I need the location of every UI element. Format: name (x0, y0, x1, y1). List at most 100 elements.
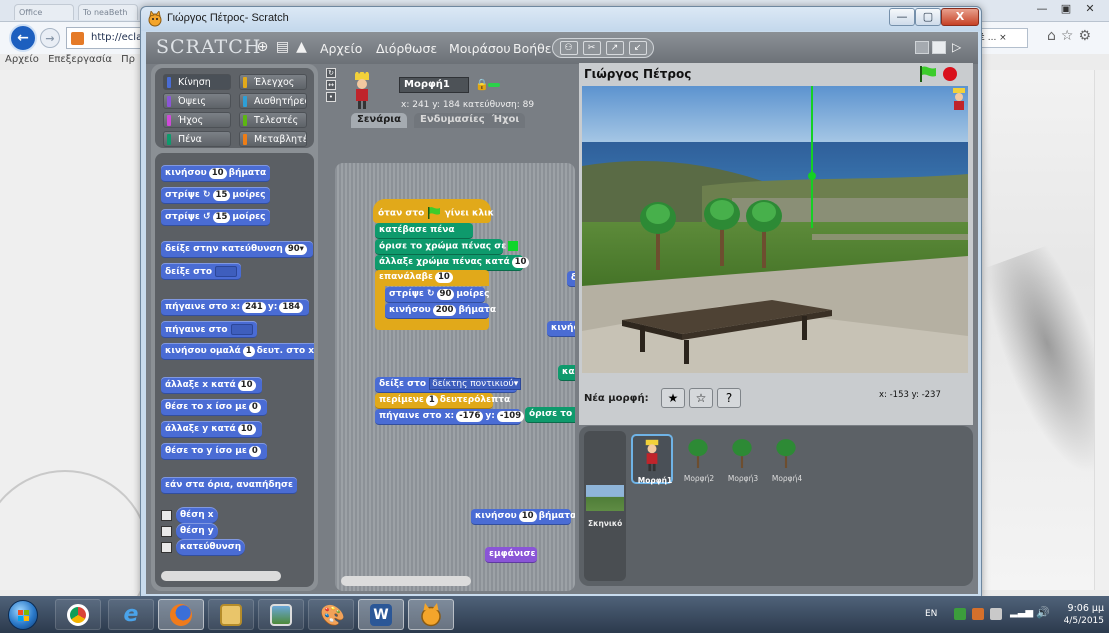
normal-stage-button[interactable] (932, 41, 946, 54)
palette-goto-xy-block[interactable]: πήγαινε στο x: 241 y: 184 (161, 299, 310, 316)
browser-menu-file[interactable]: Αρχείο (5, 54, 39, 65)
change-pen-color-block[interactable]: άλλαξε χρώμα πένας κατά 10 (375, 255, 530, 271)
palette-set-x-block[interactable]: θέσε το x ίσο με 0 (161, 399, 267, 416)
show-y-checkbox[interactable] (161, 526, 172, 537)
sprite-name-input[interactable]: Μορφή1 (399, 77, 469, 93)
browser-maximize-button[interactable]: ▣ (1054, 0, 1078, 18)
set-pen-color-block[interactable]: όρισε το χρώμα πένας σε (375, 239, 519, 255)
browser-minimize-button[interactable]: — (1030, 0, 1054, 18)
left-right-flip-icon[interactable]: ↔ (326, 80, 336, 90)
security-shield-icon[interactable] (954, 608, 966, 620)
taskbar-ie[interactable]: e (108, 599, 154, 630)
sprite-tile[interactable]: Μορφή4 (765, 434, 807, 484)
palette-turn-right-block[interactable]: στρίψε ↻ 15 μοίρες (161, 187, 270, 204)
taskbar-explorer[interactable] (208, 599, 254, 630)
scripts-scrollbar[interactable] (341, 576, 471, 586)
start-button[interactable] (8, 600, 38, 630)
gear-icon[interactable]: ⚙ (1078, 28, 1091, 50)
tab-sounds[interactable]: Ήχοι (486, 113, 526, 128)
presentation-mode-icon[interactable]: ▷ (952, 41, 966, 54)
goto-xy-block[interactable]: πήγαινε στο x: -176 y: -109 (375, 409, 525, 425)
no-rotate-icon[interactable]: • (326, 92, 336, 102)
clock-time[interactable]: 9:06 μμ (1060, 603, 1104, 614)
small-stage-button[interactable] (915, 41, 929, 54)
show-direction-checkbox[interactable] (161, 542, 172, 553)
point-towards-block[interactable]: δείξε στο δείκτης ποντικιού▾ (375, 377, 522, 393)
category-pen[interactable]: Πένα (163, 131, 231, 147)
block-fragment[interactable]: δ (567, 271, 575, 287)
category-control[interactable]: Έλεγχος (239, 74, 307, 90)
browser-active-tab[interactable]: ἐ ... × (976, 28, 1028, 48)
grow-tool-icon[interactable]: ↗ (605, 41, 624, 55)
forward-button[interactable]: → (40, 28, 60, 48)
palette-bounce-block[interactable]: εάν στα όρια, αναπήδησε (161, 477, 298, 494)
browser-menu-edit[interactable]: Επεξεργασία (48, 54, 112, 65)
category-variables[interactable]: Μεταβλητές (239, 131, 307, 147)
sprite-tile[interactable]: Μορφή1 (631, 434, 673, 485)
category-motion[interactable]: Κίνηση (163, 74, 231, 90)
sprite-tile[interactable]: Μορφή3 (721, 434, 763, 484)
category-looks[interactable]: Όψεις (163, 93, 231, 109)
palette-change-y-block[interactable]: άλλαξε y κατά 10 (161, 421, 262, 438)
shrink-tool-icon[interactable]: ↙ (628, 41, 647, 55)
delete-tool-icon[interactable]: ✂ (582, 41, 601, 55)
palette-point-towards-block[interactable]: δείξε στο (161, 263, 242, 280)
sprite-tile[interactable]: Μορφή2 (677, 434, 719, 484)
palette-y-position-reporter[interactable]: θέση y (176, 523, 218, 540)
tab-scripts[interactable]: Σενάρια (351, 113, 408, 128)
lock-icon[interactable]: 🔒 (475, 78, 489, 91)
palette-glide-block[interactable]: κινήσου ομαλά1δευτ. στο x:241 (161, 343, 314, 360)
menu-edit[interactable]: Διόρθωσε (376, 41, 437, 56)
back-button[interactable]: ← (9, 24, 37, 52)
palette-x-position-reporter[interactable]: θέση x (176, 507, 218, 524)
network-icon[interactable] (990, 608, 1002, 620)
palette-goto-block[interactable]: πήγαινε στο (161, 321, 257, 338)
tab-costumes[interactable]: Ενδυμασίες (414, 113, 491, 128)
volume-icon[interactable]: 🔊 (1036, 606, 1050, 619)
wait-block[interactable]: περίμενε 1 δευτερόλεπτα (375, 393, 510, 409)
star-icon[interactable]: ☆ (1061, 28, 1074, 50)
pen-block-fragment[interactable]: καθ (558, 365, 575, 381)
clock-date[interactable]: 4/5/2015 (1060, 616, 1104, 626)
palette-scrollbar[interactable] (161, 571, 281, 581)
category-sound[interactable]: Ήχος (163, 112, 231, 128)
taskbar-photos[interactable] (258, 599, 304, 630)
globe-icon[interactable]: ⊕ (255, 40, 270, 55)
rotate-all-around-icon[interactable]: ↻ (326, 68, 336, 78)
taskbar-word[interactable]: W (358, 599, 404, 630)
share-icon[interactable]: ▲ (294, 40, 309, 55)
menu-file[interactable]: Αρχείο (320, 41, 362, 56)
category-sensing[interactable]: Αισθητήρες (239, 93, 307, 109)
palette-point-direction-block[interactable]: δείξε στην κατεύθυνση 90▾ (161, 241, 313, 258)
category-operators[interactable]: Τελεστές (239, 112, 307, 128)
language-indicator[interactable]: EN (925, 609, 937, 619)
maximize-button[interactable]: ▢ (915, 8, 941, 26)
palette-change-x-block[interactable]: άλλαξε x κατά 10 (161, 377, 262, 394)
move-steps-block[interactable]: κινήσου 200 βήματα (385, 303, 496, 319)
window-title-bar[interactable]: Γιώργος Πέτρος- Scratch — ▢ X (141, 7, 981, 31)
taskbar-firefox[interactable] (158, 599, 204, 630)
browser-tab[interactable]: Office (14, 4, 74, 20)
browser-tab[interactable]: To neaBeth (78, 4, 138, 20)
pen-down-block[interactable]: κατέβασε πένα (375, 223, 473, 239)
scripts-area[interactable]: όταν στο γίνει κλικ κατέβασε πένα όρισε … (335, 163, 575, 591)
choose-sprite-file-button[interactable]: ☆ (689, 388, 713, 408)
stage-selector[interactable]: Σκηνικό (584, 431, 626, 581)
stage-canvas[interactable] (582, 86, 968, 373)
save-icon[interactable]: ▤ (275, 40, 290, 55)
taskbar-chrome[interactable] (55, 599, 101, 630)
menu-share[interactable]: Μοιράσου (449, 41, 511, 56)
taskbar-paint[interactable]: 🎨 (308, 599, 354, 630)
stop-icon[interactable] (943, 67, 957, 81)
loose-move-block[interactable]: κινήσου 10 βήματα (471, 509, 575, 525)
update-icon[interactable] (972, 608, 984, 620)
palette-turn-left-block[interactable]: στρίψε ↺ 15 μοίρες (161, 209, 270, 226)
when-flag-clicked-hat[interactable]: όταν στο γίνει κλικ (373, 199, 494, 223)
signal-icon[interactable]: ▂▃▅ (1010, 607, 1033, 618)
browser-close-button[interactable]: ✕ (1078, 0, 1102, 18)
home-icon[interactable]: ⌂ (1047, 28, 1056, 50)
close-button[interactable]: X (941, 8, 979, 26)
paint-new-sprite-button[interactable]: ★ (661, 388, 685, 408)
green-flag-icon[interactable] (919, 66, 937, 82)
palette-direction-reporter[interactable]: κατεύθυνση (176, 539, 246, 556)
